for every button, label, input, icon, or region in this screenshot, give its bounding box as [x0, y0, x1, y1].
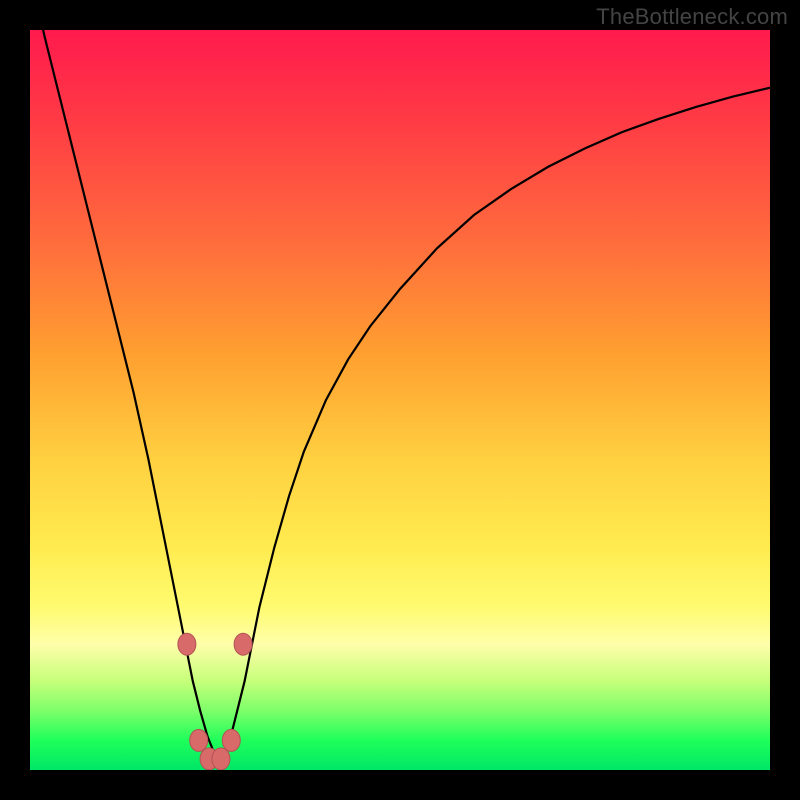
marker-dot	[234, 633, 252, 655]
bottleneck-curve	[30, 30, 770, 755]
marker-dot	[212, 748, 230, 770]
chart-container: TheBottleneck.com	[0, 0, 800, 800]
watermark-text: TheBottleneck.com	[596, 4, 788, 30]
curve-layer	[30, 30, 770, 770]
marker-dot	[178, 633, 196, 655]
marker-dot	[222, 729, 240, 751]
marker-group	[178, 633, 252, 770]
marker-dot	[190, 729, 208, 751]
